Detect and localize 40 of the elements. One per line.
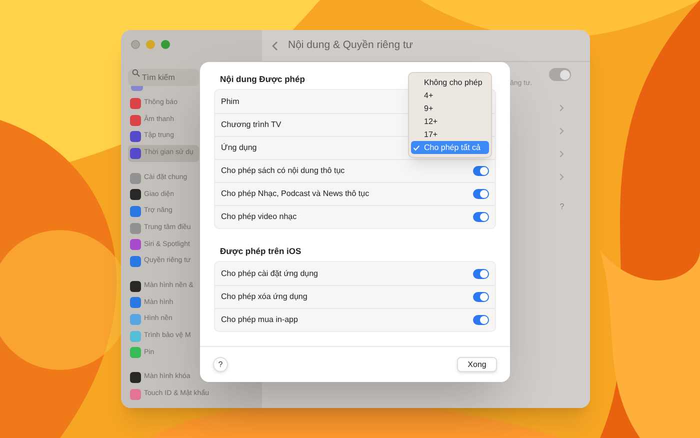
search-icon bbox=[132, 68, 140, 76]
back-icon[interactable] bbox=[272, 40, 278, 50]
close-button[interactable] bbox=[131, 40, 140, 49]
setting-label: Phim bbox=[221, 96, 240, 108]
toggle-switch[interactable] bbox=[549, 68, 571, 81]
section-title: Được phép trên iOS bbox=[220, 245, 302, 257]
toggle-switch[interactable] bbox=[473, 166, 489, 176]
menu-item[interactable]: 4+ bbox=[411, 89, 489, 102]
toggle-switch[interactable] bbox=[473, 212, 489, 222]
help-button[interactable]: ? bbox=[555, 200, 569, 214]
chevron-icon[interactable] bbox=[559, 150, 564, 158]
setting-label: Cho phép xóa ứng dụng bbox=[221, 291, 308, 303]
menu-item[interactable]: Cho phép tất cả bbox=[411, 141, 489, 154]
chevron-icon[interactable] bbox=[559, 104, 564, 112]
help-button[interactable]: ? bbox=[213, 357, 228, 372]
chevron-icon[interactable] bbox=[559, 127, 564, 135]
menu-item[interactable]: 17+ bbox=[411, 128, 489, 141]
section-title: Nội dung Được phép bbox=[220, 73, 305, 85]
toggle-switch[interactable] bbox=[473, 189, 489, 199]
menu-item[interactable]: 9+ bbox=[411, 102, 489, 115]
setting-label: Ứng dụng bbox=[221, 142, 257, 154]
setting-label: Cho phép cài đặt ứng dụng bbox=[221, 268, 318, 280]
setting-label: Cho phép sách có nội dung thô tục bbox=[221, 165, 345, 177]
checkmark-icon bbox=[413, 144, 420, 150]
setting-label: Chương trình TV bbox=[221, 119, 282, 131]
setting-label: Cho phép video nhạc bbox=[221, 211, 297, 223]
toggle-switch[interactable] bbox=[473, 292, 489, 302]
setting-label: Cho phép mua in-app bbox=[221, 314, 298, 326]
setting-label: Cho phép Nhạc, Podcast và News thô tục bbox=[221, 188, 370, 200]
menu-item[interactable]: 12+ bbox=[411, 115, 489, 128]
chevron-icon[interactable] bbox=[559, 173, 564, 181]
minimize-button[interactable] bbox=[146, 40, 155, 49]
zoom-button[interactable] bbox=[161, 40, 170, 49]
search-field[interactable]: Tìm kiếm bbox=[128, 69, 199, 86]
toggle-switch[interactable] bbox=[473, 315, 489, 325]
toggle-switch[interactable] bbox=[473, 268, 489, 278]
menu-item[interactable]: Không cho phép bbox=[411, 76, 489, 89]
done-button[interactable]: Xong bbox=[457, 357, 497, 372]
page-title: Nội dung & Quyền riêng tư bbox=[288, 38, 413, 53]
settings-icon bbox=[131, 86, 143, 91]
